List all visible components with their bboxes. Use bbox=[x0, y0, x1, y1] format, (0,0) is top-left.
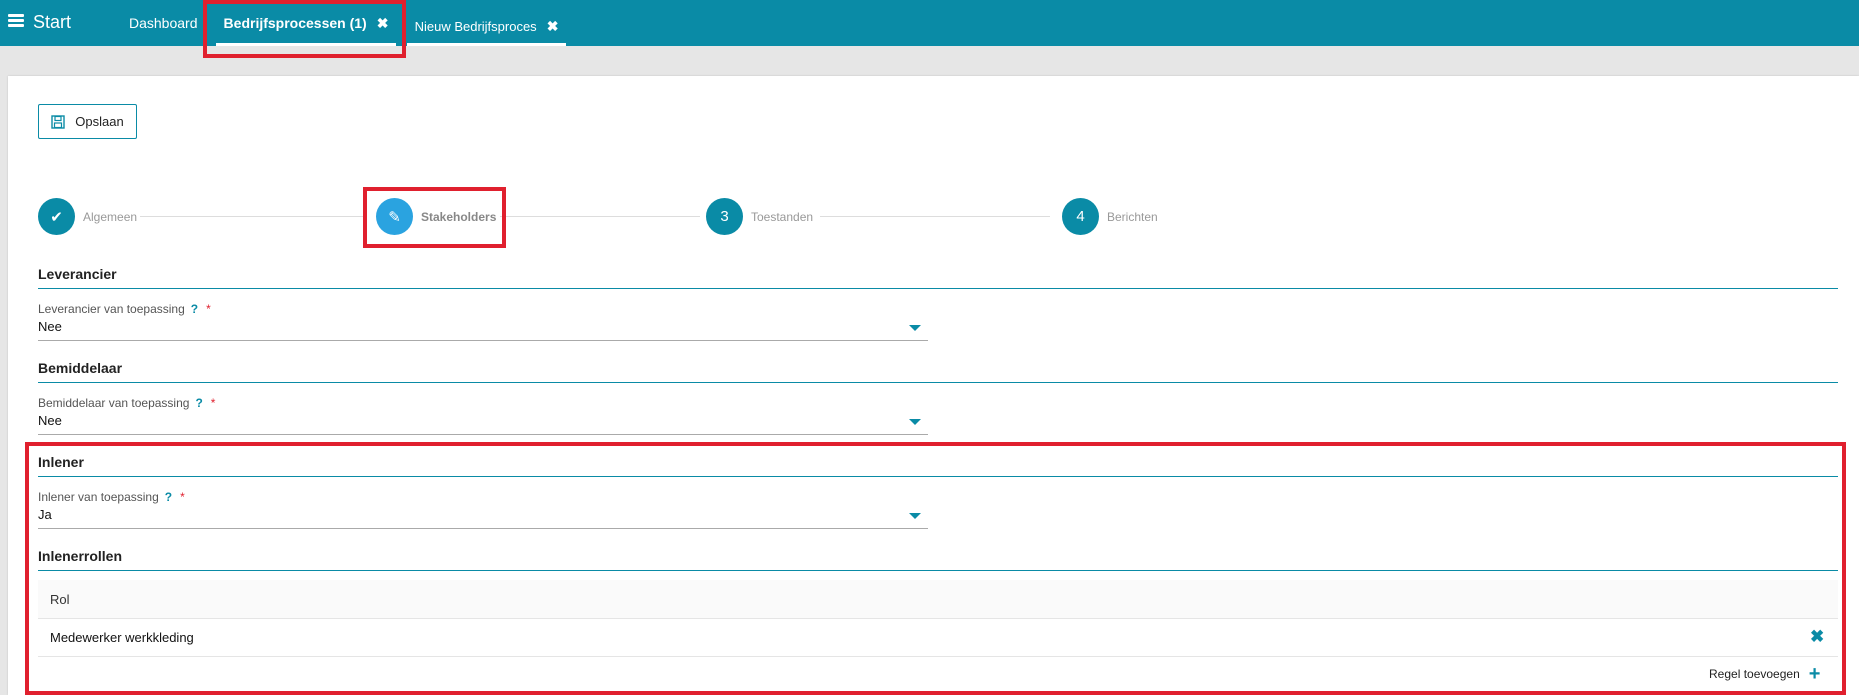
step-toestanden[interactable]: 3 Toestanden bbox=[706, 198, 813, 235]
table-row: Medewerker werkkleding ✖ bbox=[38, 619, 1838, 657]
step-connector bbox=[820, 216, 1050, 217]
tab-label: Dashboard bbox=[129, 15, 198, 31]
field-label-bemiddelaar: Bemiddelaar van toepassing? * bbox=[38, 396, 215, 410]
section-title-bemiddelaar: Bemiddelaar bbox=[38, 360, 123, 376]
section-title-leverancier: Leverancier bbox=[38, 266, 117, 282]
tab-dashboard[interactable]: Dashboard bbox=[129, 0, 198, 46]
section-divider bbox=[38, 476, 1838, 477]
leverancier-select[interactable]: Nee bbox=[38, 319, 928, 334]
help-icon[interactable]: ? bbox=[191, 302, 198, 316]
hamburger-menu-icon[interactable] bbox=[8, 14, 24, 28]
tab-label: Bedrijfsprocessen (1) bbox=[223, 15, 367, 31]
step-number: 3 bbox=[706, 198, 743, 235]
save-button[interactable]: Opslaan bbox=[38, 104, 137, 139]
table-header: Rol bbox=[38, 580, 1838, 619]
tab-label: Nieuw Bedrijfsproces bbox=[414, 18, 537, 34]
tab-nieuw-bedrijfsproces[interactable]: Nieuw Bedrijfsproces ✖ bbox=[407, 6, 566, 46]
dropdown-arrow-icon[interactable] bbox=[909, 513, 921, 519]
field-label-text: Bemiddelaar van toepassing bbox=[38, 396, 190, 410]
select-underline bbox=[38, 434, 928, 435]
plus-icon: + bbox=[1808, 663, 1821, 685]
top-bar: Start Dashboard Bedrijfsprocessen (1) ✖ … bbox=[0, 0, 1859, 46]
checkmark-icon: ✔ bbox=[38, 198, 75, 235]
section-divider bbox=[38, 288, 1838, 289]
step-stakeholders[interactable]: ✎ Stakeholders bbox=[376, 198, 496, 235]
step-label: Berichten bbox=[1107, 209, 1158, 224]
help-icon[interactable]: ? bbox=[165, 490, 172, 504]
dropdown-arrow-icon[interactable] bbox=[909, 325, 921, 331]
add-row-button[interactable]: Regel toevoegen + bbox=[1709, 663, 1821, 685]
step-connector bbox=[500, 216, 700, 217]
add-row-label: Regel toevoegen bbox=[1709, 667, 1800, 681]
dropdown-arrow-icon[interactable] bbox=[909, 419, 921, 425]
cell-rol[interactable]: Medewerker werkkleding bbox=[50, 630, 194, 645]
tab-bedrijfsprocessen[interactable]: Bedrijfsprocessen (1) ✖ bbox=[216, 0, 396, 46]
select-underline bbox=[38, 528, 928, 529]
step-algemeen[interactable]: ✔ Algemeen bbox=[38, 198, 137, 235]
field-label-text: Leverancier van toepassing bbox=[38, 302, 185, 316]
inlener-select[interactable]: Ja bbox=[38, 507, 928, 522]
section-divider bbox=[38, 570, 1838, 571]
bemiddelaar-select[interactable]: Nee bbox=[38, 413, 928, 428]
pencil-icon: ✎ bbox=[376, 198, 413, 235]
field-label-text: Inlener van toepassing bbox=[38, 490, 159, 504]
required-marker: * bbox=[180, 490, 185, 504]
step-label: Algemeen bbox=[83, 209, 138, 224]
required-marker: * bbox=[206, 302, 211, 316]
step-label: Toestanden bbox=[751, 209, 814, 224]
help-icon[interactable]: ? bbox=[195, 396, 202, 410]
step-berichten[interactable]: 4 Berichten bbox=[1062, 198, 1158, 235]
step-number: 4 bbox=[1062, 198, 1099, 235]
step-connector bbox=[140, 216, 366, 217]
field-label-leverancier: Leverancier van toepassing? * bbox=[38, 302, 211, 316]
section-title-inlener: Inlener bbox=[38, 454, 84, 470]
field-label-inlener: Inlener van toepassing? * bbox=[38, 490, 185, 504]
section-title-inlenerrollen: Inlenerrollen bbox=[38, 548, 123, 564]
step-label: Stakeholders bbox=[421, 209, 497, 224]
save-button-label: Opslaan bbox=[75, 114, 124, 129]
app-home-link[interactable]: Start bbox=[33, 12, 71, 33]
floppy-disk-icon bbox=[51, 114, 65, 129]
required-marker: * bbox=[210, 396, 216, 410]
column-header-rol: Rol bbox=[50, 592, 70, 607]
remove-row-icon[interactable]: ✖ bbox=[1810, 627, 1824, 647]
select-underline bbox=[38, 340, 928, 341]
close-tab-icon[interactable]: ✖ bbox=[547, 18, 559, 35]
section-divider bbox=[38, 382, 1838, 383]
close-tab-icon[interactable]: ✖ bbox=[377, 15, 389, 32]
